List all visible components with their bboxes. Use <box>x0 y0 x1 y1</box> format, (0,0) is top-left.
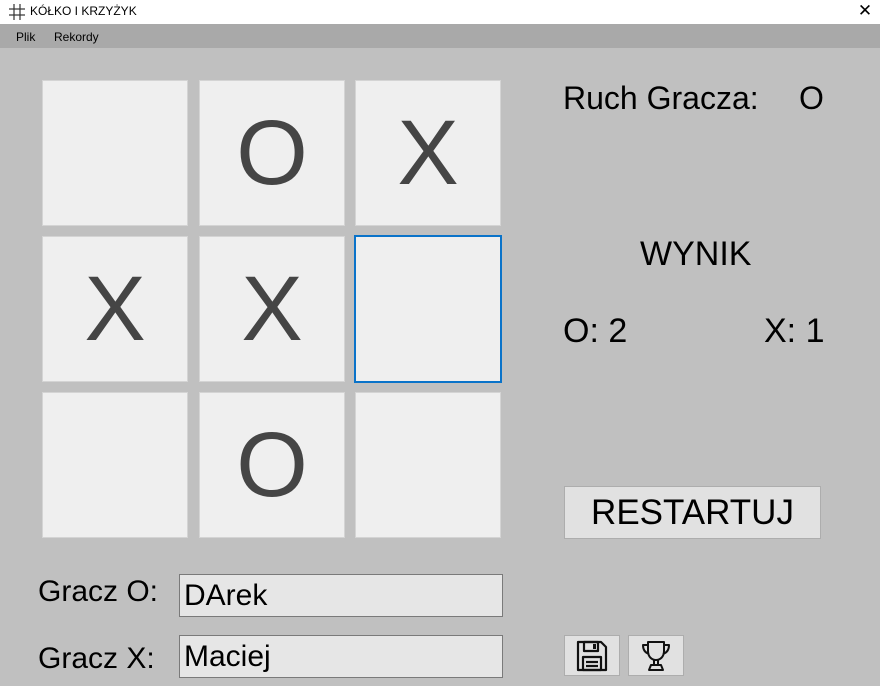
board-cell-0[interactable] <box>42 80 188 226</box>
board-cell-8[interactable] <box>355 392 501 538</box>
game-board: O X X X O <box>42 80 502 540</box>
turn-label: Ruch Gracza: <box>563 80 759 116</box>
menu-rekordy[interactable]: Rekordy <box>54 30 99 44</box>
score-o: O: 2 <box>563 312 628 350</box>
player-x-label: Gracz X: <box>38 642 155 675</box>
board-cell-5[interactable] <box>354 235 502 383</box>
close-button[interactable]: ✕ <box>850 0 880 24</box>
board-cell-4[interactable]: X <box>199 236 345 382</box>
restart-button[interactable]: RESTARTUJ <box>564 486 821 539</box>
close-icon: ✕ <box>857 1 873 20</box>
turn-player: O <box>799 80 824 116</box>
save-button[interactable] <box>564 635 620 676</box>
score-title: WYNIK <box>640 235 752 273</box>
tic-tac-toe-app-icon <box>9 4 25 20</box>
board-cell-6[interactable] <box>42 392 188 538</box>
trophy-icon <box>642 640 670 671</box>
player-o-name-input[interactable] <box>179 574 503 617</box>
board-cell-7[interactable]: O <box>199 392 345 538</box>
board-cell-2[interactable]: X <box>355 80 501 226</box>
menu-plik[interactable]: Plik <box>16 30 35 44</box>
board-cell-1[interactable]: O <box>199 80 345 226</box>
menu-bar: Plik Rekordy <box>0 24 880 48</box>
records-button[interactable] <box>628 635 684 676</box>
title-bar: KÓŁKO I KRZYŻYK ✕ <box>0 0 880 24</box>
player-o-label: Gracz O: <box>38 575 159 608</box>
player-x-name-input[interactable] <box>179 635 503 678</box>
board-cell-3[interactable]: X <box>42 236 188 382</box>
floppy-disk-icon <box>576 640 608 671</box>
window-title: KÓŁKO I KRZYŻYK <box>30 4 137 18</box>
score-x: X: 1 <box>764 312 825 350</box>
